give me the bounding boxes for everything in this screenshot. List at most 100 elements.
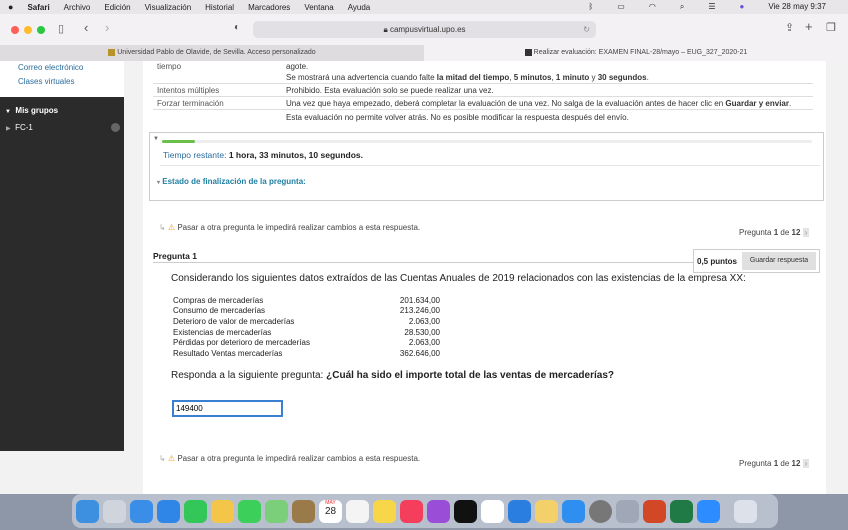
zoom-window-button[interactable] bbox=[37, 26, 45, 34]
warning-icon: ⚠ bbox=[167, 454, 176, 463]
tab-upo[interactable]: Universidad Pablo de Olavide, de Sevilla… bbox=[0, 45, 424, 61]
address-bar[interactable]: 🔒︎ campusvirtual.upo.es ↻ bbox=[253, 21, 596, 38]
minimize-window-button[interactable] bbox=[24, 26, 32, 34]
menu-edicion[interactable]: Edición bbox=[104, 3, 130, 12]
save-answer-button[interactable]: Guardar respuesta bbox=[742, 252, 816, 270]
powerpoint-icon[interactable] bbox=[643, 499, 666, 523]
control-center-icon[interactable]: ☰ bbox=[708, 2, 715, 12]
data-row: Compras de mercaderías 201.634,00 bbox=[173, 295, 440, 306]
tv-icon[interactable] bbox=[454, 499, 477, 523]
menu-ayuda[interactable]: Ayuda bbox=[348, 3, 371, 12]
sidebar-links: Correo electrónico Clases virtuales bbox=[0, 61, 124, 97]
bluetooth-icon[interactable]: ᛒ bbox=[588, 2, 593, 12]
warning-text: Pasar a otra pregunta le impedirá realiz… bbox=[177, 223, 421, 232]
facetime-icon[interactable] bbox=[184, 499, 207, 523]
nav-warning-top: ↳ ⚠ Pasar a otra pregunta le impedirá re… bbox=[159, 223, 420, 232]
tab-label: Realizar evaluación: EXAMEN FINAL-28/may… bbox=[533, 49, 748, 56]
mis-grupos-header[interactable]: ▼ Mis grupos bbox=[5, 106, 58, 115]
excel-icon[interactable] bbox=[670, 499, 693, 523]
time-value: 1 hora, 33 minutos, 10 segundos. bbox=[228, 150, 363, 160]
reminders-icon[interactable] bbox=[346, 499, 369, 523]
group-options-icon[interactable] bbox=[111, 123, 120, 132]
maps-icon[interactable] bbox=[265, 499, 288, 523]
lbl: Pregunta bbox=[739, 228, 772, 237]
data-row: Resultado Ventas mercaderías 362.646,00 bbox=[173, 348, 440, 359]
data-row: Consumo de mercaderías 213.246,00 bbox=[173, 306, 440, 317]
contacts-icon[interactable] bbox=[292, 499, 315, 523]
new-tab-icon[interactable]: + bbox=[805, 19, 813, 34]
arrow-icon: ↳ bbox=[159, 223, 166, 232]
music-icon[interactable] bbox=[400, 499, 423, 523]
mail-icon[interactable] bbox=[130, 499, 153, 523]
photos-icon[interactable] bbox=[211, 499, 234, 523]
siri-icon[interactable]: ● bbox=[739, 2, 744, 12]
question-counter-bottom: Pregunta 1 de 12 › bbox=[739, 459, 810, 468]
data-row: Existencias de mercaderías 28.530,00 bbox=[173, 327, 440, 338]
info-label: Intentos múltiples bbox=[157, 86, 220, 95]
battery-icon[interactable]: ▭ bbox=[617, 2, 625, 12]
calendar-icon[interactable]: MAY 28 bbox=[319, 499, 342, 523]
completion-status-toggle[interactable]: ▾ Estado de finalización de la pregunta: bbox=[157, 177, 306, 186]
menu-ventana[interactable]: Ventana bbox=[304, 3, 333, 12]
next-question-button[interactable]: › bbox=[802, 228, 810, 237]
apple-icon[interactable]: ● bbox=[8, 2, 13, 12]
zoom-icon[interactable] bbox=[697, 499, 720, 523]
sidebar-link-clases[interactable]: Clases virtuales bbox=[18, 77, 74, 86]
privacy-shield-icon[interactable]: ◐ bbox=[234, 22, 240, 33]
menu-visualizacion[interactable]: Visualización bbox=[145, 3, 192, 12]
keynote-icon[interactable] bbox=[508, 499, 531, 523]
reload-icon[interactable]: ↻ bbox=[583, 21, 590, 38]
chevron-down-icon: ▾ bbox=[157, 180, 161, 186]
menu-archivo[interactable]: Archivo bbox=[64, 3, 91, 12]
current: 1 bbox=[773, 459, 779, 468]
menu-marcadores[interactable]: Marcadores bbox=[248, 3, 290, 12]
menu-app[interactable]: Safari bbox=[27, 3, 49, 12]
messages-icon[interactable] bbox=[238, 499, 261, 523]
lbl: de bbox=[780, 228, 790, 237]
url-text: campusvirtual.upo.es bbox=[389, 25, 466, 34]
forward-icon[interactable]: › bbox=[105, 20, 109, 35]
search-icon[interactable]: ⌕ bbox=[680, 2, 684, 12]
question-title: Pregunta 1 bbox=[153, 251, 197, 261]
sidebar-groups: ▼ Mis grupos ▶ FC-1 bbox=[0, 97, 124, 451]
menu-historial[interactable]: Historial bbox=[205, 3, 234, 12]
prompt-bold: ¿Cuál ha sido el importe total de las ve… bbox=[326, 370, 614, 381]
app-store-icon[interactable] bbox=[562, 499, 585, 523]
launchpad-icon[interactable] bbox=[103, 499, 126, 523]
trash-icon[interactable] bbox=[734, 499, 757, 523]
podcasts-icon[interactable] bbox=[427, 499, 450, 523]
data-row: Deterioro de valor de mercaderías 2.063,0… bbox=[173, 316, 440, 327]
sidebar-toggle-icon[interactable]: ▯ bbox=[58, 22, 64, 35]
info-value: agote. bbox=[286, 62, 309, 71]
lbl: de bbox=[780, 459, 790, 468]
wifi-icon[interactable]: ◠ bbox=[649, 2, 656, 12]
next-question-button[interactable]: › bbox=[802, 459, 810, 468]
finder-icon[interactable] bbox=[76, 499, 99, 523]
close-window-button[interactable] bbox=[11, 26, 19, 34]
lbl: Pregunta bbox=[739, 459, 772, 468]
collapse-timer-icon[interactable]: ▼ bbox=[153, 136, 159, 142]
info-label: Forzar terminación bbox=[157, 99, 224, 108]
numbers-icon[interactable] bbox=[481, 499, 504, 523]
tab-label: Universidad Pablo de Olavide, de Sevilla… bbox=[117, 49, 316, 56]
data-label: Pérdidas por deterioro de mercaderías bbox=[173, 338, 310, 348]
arrow-icon: ↳ bbox=[159, 454, 166, 463]
back-icon[interactable]: ‹ bbox=[84, 20, 88, 35]
browser-toolbar: ▯ ‹ › ◐ 🔒︎ campusvirtual.upo.es ↻ ⇪ + ❐ bbox=[0, 14, 848, 45]
group-fc1[interactable]: ▶ FC-1 bbox=[6, 123, 122, 132]
data-value: 362.646,00 bbox=[399, 348, 440, 358]
system-preferences-icon[interactable] bbox=[589, 499, 612, 523]
sidebar-link-correo[interactable]: Correo electrónico bbox=[18, 63, 83, 72]
answer-input[interactable] bbox=[172, 400, 283, 417]
clock[interactable]: Vie 28 may 9:37 bbox=[768, 2, 826, 12]
status-label: Estado de finalización de la pregunta: bbox=[162, 177, 306, 186]
tab-overview-icon[interactable]: ❐ bbox=[826, 21, 836, 34]
notes-icon[interactable] bbox=[373, 499, 396, 523]
pages-icon[interactable] bbox=[535, 499, 558, 523]
safari-icon[interactable] bbox=[157, 499, 180, 523]
data-value: 213.246,00 bbox=[399, 306, 440, 316]
tab-evaluacion[interactable]: Realizar evaluación: EXAMEN FINAL-28/may… bbox=[424, 45, 848, 61]
preview-icon[interactable] bbox=[616, 499, 639, 523]
share-icon[interactable]: ⇪ bbox=[785, 21, 794, 34]
nav-warning-bottom: ↳ ⚠ Pasar a otra pregunta le impedirá re… bbox=[159, 454, 420, 463]
